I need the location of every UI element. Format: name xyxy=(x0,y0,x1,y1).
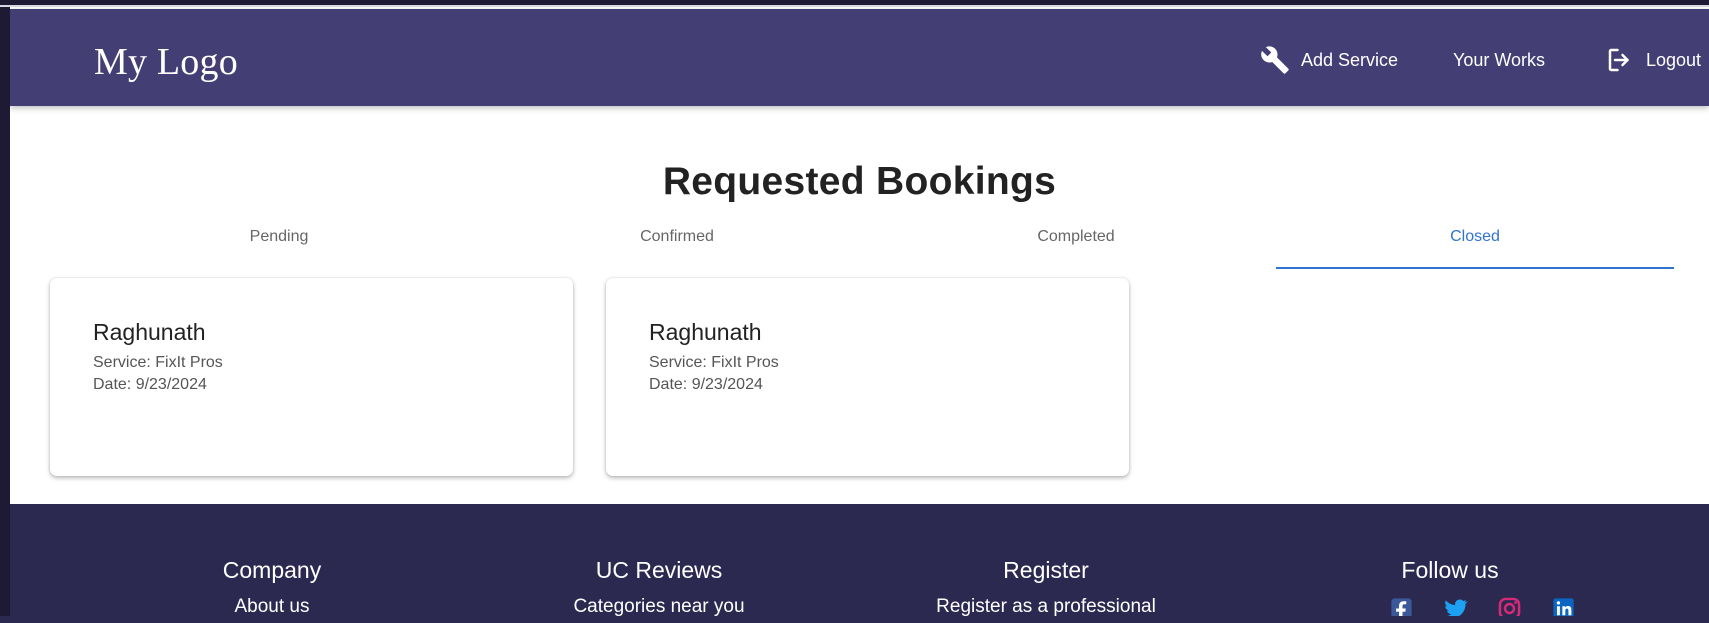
page-title: Requested Bookings xyxy=(662,160,1057,204)
your-works-label: Your Works xyxy=(1453,49,1546,70)
customer-name: Raghunath xyxy=(649,319,762,345)
add-service-label: Add Service xyxy=(1301,49,1399,70)
logout-link[interactable]: Logout xyxy=(1605,45,1709,75)
footer: Company About us UC Reviews Categories n… xyxy=(10,504,1709,623)
add-service-link[interactable]: Add Service xyxy=(1260,45,1423,75)
footer-company-title: Company xyxy=(222,557,322,583)
customer-name: Raghunath xyxy=(93,319,206,345)
service-name: Service: FixIt Pros xyxy=(93,354,223,371)
tab-completed-label: Completed xyxy=(1037,228,1115,245)
your-works-link[interactable]: Your Works xyxy=(1453,50,1605,71)
logout-label: Logout xyxy=(1646,49,1702,70)
footer-reviews-title: UC Reviews xyxy=(595,557,723,583)
booking-date: Date: 9/23/2024 xyxy=(649,376,763,393)
footer-register-title: Register xyxy=(1003,557,1089,583)
booking-card[interactable]: Raghunath Service: FixIt Pros Date: 9/23… xyxy=(50,278,573,476)
footer-follow-title: Follow us xyxy=(1401,557,1499,583)
service-name: Service: FixIt Pros xyxy=(649,354,779,371)
tab-pending[interactable]: Pending xyxy=(80,227,478,269)
top-navigation-bar: My Logo Add Service Your Works Logout xyxy=(10,9,1709,106)
tab-closed[interactable]: Closed xyxy=(1276,227,1674,269)
booking-card[interactable]: Raghunath Service: FixIt Pros Date: 9/23… xyxy=(606,278,1129,476)
logout-icon xyxy=(1605,45,1635,75)
logo[interactable]: My Logo xyxy=(94,40,238,84)
tab-confirmed[interactable]: Confirmed xyxy=(478,227,876,269)
tab-closed-label: Closed xyxy=(1450,228,1500,245)
app-window: My Logo Add Service Your Works Logout Re… xyxy=(10,7,1709,623)
main-navigation: Add Service Your Works Logout xyxy=(1260,45,1709,75)
booking-date: Date: 9/23/2024 xyxy=(93,376,207,393)
top-border xyxy=(0,0,1709,7)
bottom-scroll-edge xyxy=(0,616,1709,623)
tab-pending-label: Pending xyxy=(249,228,309,245)
booking-card-list: Raghunath Service: FixIt Pros Date: 9/23… xyxy=(50,278,1150,478)
tab-completed[interactable]: Completed xyxy=(877,227,1275,269)
wrench-icon xyxy=(1260,45,1290,75)
booking-status-tabs: Pending Confirmed Completed Closed xyxy=(80,227,1676,269)
tab-confirmed-label: Confirmed xyxy=(640,228,714,245)
